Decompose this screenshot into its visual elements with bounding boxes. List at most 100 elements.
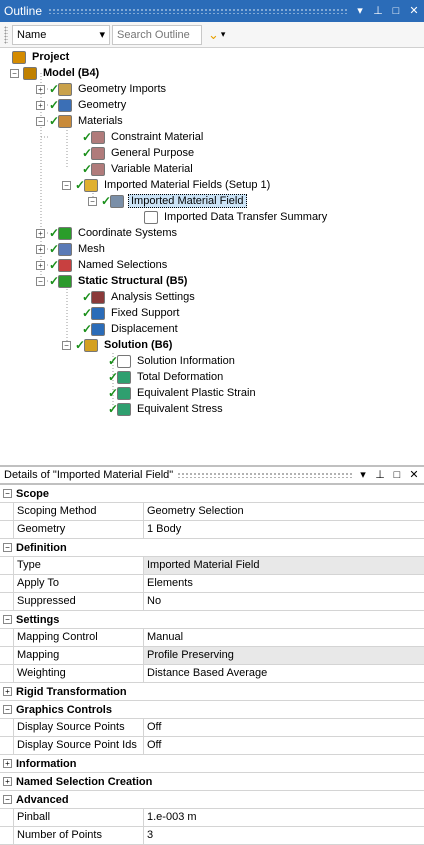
tree-node[interactable]: − ✓ Imported Material Field (88, 193, 247, 209)
tree-node[interactable]: + ✓ Mesh (36, 241, 107, 257)
property-value[interactable]: Distance Based Average (144, 665, 424, 682)
status-check-icon: ✓ (82, 306, 93, 320)
details-row[interactable]: Display Source Points Off (0, 719, 424, 737)
property-value[interactable]: Off (144, 737, 424, 754)
details-row[interactable]: Weighting Distance Based Average (0, 665, 424, 683)
tree-node[interactable]: ✓ Constraint Material (82, 129, 205, 145)
details-close-icon[interactable]: ✕ (408, 469, 420, 481)
tree-node[interactable]: − Model (B4) (10, 65, 101, 81)
details-title: Details of "Imported Material Field" (4, 469, 174, 481)
details-row[interactable]: Mapping Control Manual (0, 629, 424, 647)
collapse-icon[interactable]: − (3, 795, 12, 804)
property-value[interactable]: Geometry Selection (144, 503, 424, 520)
details-category-label: Named Selection Creation (16, 775, 153, 788)
tree-node[interactable]: ✓ Analysis Settings (82, 289, 197, 305)
name-select[interactable]: Name ▾ (12, 24, 110, 45)
solution-icon (84, 338, 98, 352)
collapse-icon[interactable]: − (3, 543, 12, 552)
details-row[interactable]: Apply To Elements (0, 575, 424, 593)
collapse-icon[interactable]: − (62, 180, 71, 190)
tree-node[interactable]: − ✓ Materials (36, 113, 125, 129)
details-row[interactable]: Display Source Point Ids Off (0, 737, 424, 755)
tree-node[interactable]: Project (12, 49, 71, 65)
details-row[interactable]: Scoping Method Geometry Selection (0, 503, 424, 521)
tree-node[interactable]: + ✓ Named Selections (36, 257, 169, 273)
collapse-icon[interactable]: − (62, 340, 71, 350)
pin-icon[interactable]: ⊥ (372, 5, 384, 17)
expand-icon[interactable]: + (3, 777, 12, 786)
details-row[interactable]: Suppressed No (0, 593, 424, 611)
expand-icon[interactable]: + (3, 759, 12, 768)
collapse-icon[interactable]: − (3, 705, 12, 714)
property-value[interactable]: Imported Material Field (144, 557, 424, 574)
search-options-icon[interactable]: ⌄ (208, 27, 219, 43)
expand-icon[interactable]: + (36, 100, 45, 110)
property-value[interactable]: No (144, 593, 424, 610)
tree-node[interactable]: ✓ Equivalent Plastic Strain (108, 385, 258, 401)
tree-node-label: Imported Material Field (128, 194, 247, 208)
details-category[interactable]: − Scope (0, 485, 424, 503)
details-category[interactable]: − Graphics Controls (0, 701, 424, 719)
details-grip[interactable] (177, 472, 353, 478)
tree-node[interactable]: ✓ Equivalent Stress (108, 401, 225, 417)
details-row[interactable]: Geometry 1 Body (0, 521, 424, 539)
tree-node-label: Static Structural (B5) (78, 275, 188, 287)
property-value[interactable]: 1 Body (144, 521, 424, 538)
tree-node[interactable]: − ✓ Static Structural (B5) (36, 273, 189, 289)
collapse-icon[interactable]: − (3, 615, 12, 624)
tree-node[interactable]: ✓ Displacement (82, 321, 180, 337)
expand-icon[interactable]: + (36, 84, 45, 94)
tree-node[interactable]: + ✓ Geometry Imports (36, 81, 168, 97)
collapse-icon[interactable]: − (36, 276, 45, 286)
property-value[interactable]: 1.e-003 m (144, 809, 424, 826)
tree-node[interactable]: − ✓ Imported Material Fields (Setup 1) (62, 177, 272, 193)
collapse-icon[interactable]: − (88, 196, 97, 206)
dropdown-icon[interactable]: ▾ (354, 5, 366, 17)
details-row[interactable]: Type Imported Material Field (0, 557, 424, 575)
search-input[interactable] (112, 24, 202, 45)
details-category[interactable]: − Settings (0, 611, 424, 629)
expand-icon[interactable]: + (36, 260, 45, 270)
tree-node[interactable]: ✓ Variable Material (82, 161, 195, 177)
tree-node[interactable]: + ✓ Coordinate Systems (36, 225, 179, 241)
details-category[interactable]: − Advanced (0, 791, 424, 809)
details-maximize-icon[interactable]: □ (391, 469, 403, 481)
close-icon[interactable]: ✕ (408, 5, 420, 17)
details-dropdown-icon[interactable]: ▾ (357, 469, 369, 481)
collapse-icon[interactable]: − (36, 116, 45, 126)
property-value[interactable]: Profile Preserving (144, 647, 424, 664)
tree-node[interactable]: Imported Data Transfer Summary (144, 209, 329, 225)
details-row[interactable]: Mapping Profile Preserving (0, 647, 424, 665)
expand-icon[interactable]: + (3, 687, 12, 696)
details-pin-icon[interactable]: ⊥ (374, 469, 386, 481)
expand-icon[interactable]: + (36, 244, 45, 254)
details-category[interactable]: + Information (0, 755, 424, 773)
tree-node[interactable]: ✓ Total Deformation (108, 369, 225, 385)
expand-icon[interactable]: + (36, 228, 45, 238)
analysis-settings-icon (91, 290, 105, 304)
property-value[interactable]: Off (144, 719, 424, 736)
tree-node[interactable]: − ✓ Solution (B6) (62, 337, 174, 353)
row-gutter (0, 521, 14, 538)
tree-node[interactable]: ✓ Solution Information (108, 353, 237, 369)
tree-node[interactable]: + ✓ Geometry (36, 97, 128, 113)
property-value[interactable]: 3 (144, 827, 424, 844)
details-category[interactable]: + Rigid Transformation (0, 683, 424, 701)
details-row[interactable]: Number of Points 3 (0, 827, 424, 845)
collapse-icon[interactable]: − (10, 68, 19, 78)
title-grip[interactable] (48, 8, 348, 14)
property-value[interactable]: Elements (144, 575, 424, 592)
property-value[interactable]: Manual (144, 629, 424, 646)
details-row[interactable]: Pinball 1.e-003 m (0, 809, 424, 827)
search-dropdown-icon[interactable]: ▾ (221, 29, 226, 40)
toolbar-grip[interactable] (4, 25, 8, 44)
tree-node[interactable]: ✓ General Purpose (82, 145, 196, 161)
solution-info-icon (117, 354, 131, 368)
collapse-icon[interactable]: − (3, 489, 12, 498)
details-category[interactable]: + Named Selection Creation (0, 773, 424, 791)
status-check-icon: ✓ (49, 258, 60, 272)
status-check-icon: ✓ (82, 290, 93, 304)
tree-node[interactable]: ✓ Fixed Support (82, 305, 181, 321)
details-category[interactable]: − Definition (0, 539, 424, 557)
maximize-icon[interactable]: □ (390, 5, 402, 17)
